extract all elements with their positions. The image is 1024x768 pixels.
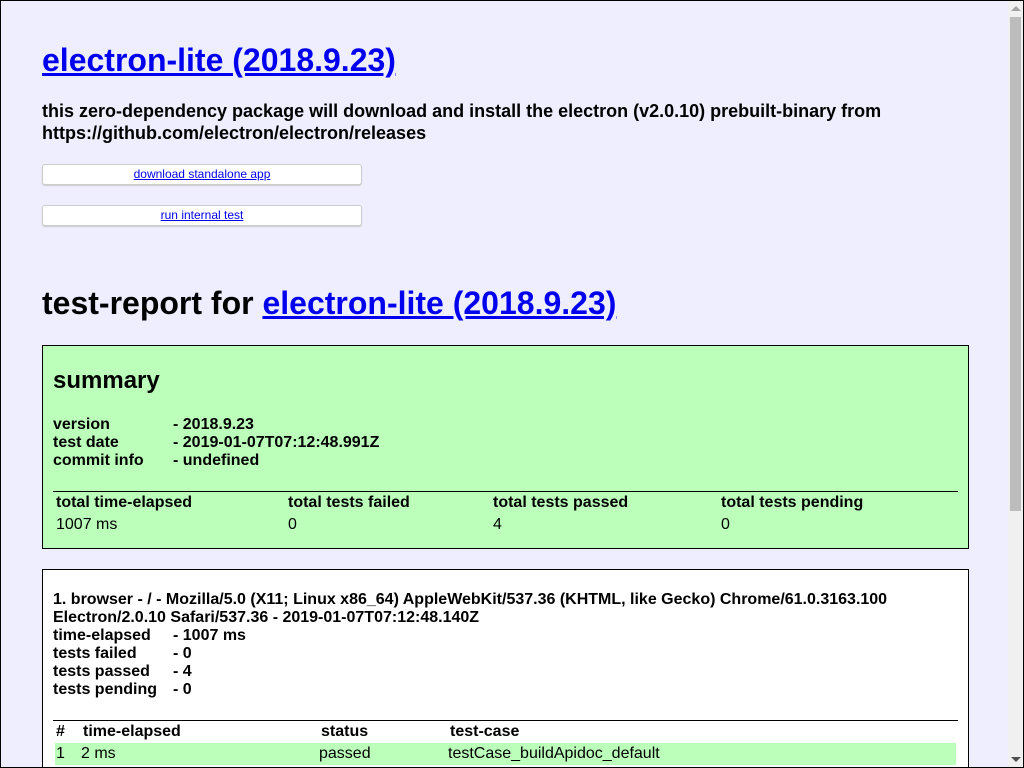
scroll-up-arrow-icon[interactable]: [1011, 6, 1021, 11]
browser-report-title: 1. browser - / - Mozilla/5.0 (X11; Linux…: [53, 591, 888, 626]
column-header: total tests pending: [721, 494, 864, 511]
field-value: - undefined: [173, 452, 260, 469]
summary-fields: version - 2018.9.23 test date - 2019-01-07…: [53, 416, 379, 470]
test-case-name: testCase_buildApidoc_default: [448, 745, 660, 762]
run-internal-test-link[interactable]: run internal test: [161, 208, 244, 222]
table-cell: 0: [721, 516, 730, 533]
browser-field-time-elapsed: time-elapsed - 1007 ms: [53, 627, 246, 645]
page-viewport: electron-lite (2018.9.23) this zero-depe…: [0, 0, 1024, 768]
browser-field-tests-passed: tests passed - 4: [53, 663, 246, 681]
summary-field-version: version - 2018.9.23: [53, 416, 379, 434]
table-cell: 1007 ms: [56, 516, 118, 533]
browser-field-tests-pending: tests pending - 0: [53, 681, 246, 699]
package-description: this zero-dependency package will downlo…: [42, 101, 882, 143]
browser-fields: time-elapsed - 1007 ms tests failed - 0 te…: [53, 627, 246, 699]
field-key: tests pending: [53, 681, 158, 698]
browser-field-tests-failed: tests failed - 0: [53, 645, 246, 663]
field-key: commit info: [53, 452, 144, 469]
field-value: - 1007 ms: [173, 627, 246, 644]
field-value: - 2018.9.23: [173, 416, 254, 433]
summary-panel: summary version - 2018.9.23 test date - 20…: [42, 345, 969, 549]
field-value: - 2019-01-07T07:12:48.991Z: [173, 434, 380, 451]
table-cell: 0: [288, 516, 297, 533]
test-report-prefix: test-report for: [42, 285, 263, 321]
summary-field-test-date: test date - 2019-01-07T07:12:48.991Z: [53, 434, 379, 452]
test-status: passed: [319, 745, 371, 762]
scroll-down-arrow-icon[interactable]: [1011, 757, 1021, 762]
browser-report-panel: 1. browser - / - Mozilla/5.0 (X11; Linux…: [42, 569, 969, 767]
table-cell: 4: [493, 516, 502, 533]
field-key: test date: [53, 434, 119, 451]
title-link[interactable]: electron-lite (2018.9.23): [42, 42, 396, 78]
field-key: time-elapsed: [53, 627, 151, 644]
test-cases-table: # time-elapsed status test-case 1 2 ms p…: [53, 720, 958, 765]
summary-title: summary: [53, 367, 160, 394]
test-report-heading: test-report for electron-lite (2018.9.23…: [42, 285, 616, 322]
column-header: test-case: [450, 723, 520, 740]
field-value: - 0: [173, 681, 192, 698]
column-header: total tests passed: [493, 494, 629, 511]
table-header: total time-elapsed total tests failed to…: [53, 492, 958, 514]
test-number: 1: [56, 745, 65, 762]
field-value: - 4: [173, 663, 192, 680]
field-key: tests passed: [53, 663, 150, 680]
field-key: tests failed: [53, 645, 137, 662]
vertical-scrollbar[interactable]: [1008, 1, 1023, 767]
test-report-link[interactable]: electron-lite (2018.9.23): [262, 285, 616, 321]
summary-field-commit-info: commit info - undefined: [53, 452, 379, 470]
column-header: time-elapsed: [83, 723, 181, 740]
column-header: total tests failed: [288, 494, 410, 511]
test-time-elapsed: 2 ms: [81, 745, 116, 762]
page-title: electron-lite (2018.9.23): [42, 42, 396, 79]
column-header: status: [321, 723, 369, 740]
summary-totals-table: total time-elapsed total tests failed to…: [53, 491, 958, 536]
column-header: #: [56, 723, 65, 740]
field-value: - 0: [173, 645, 192, 662]
run-internal-test-button[interactable]: run internal test: [42, 205, 362, 226]
field-key: version: [53, 416, 110, 433]
download-standalone-app-button[interactable]: download standalone app: [42, 164, 362, 185]
scrollbar-thumb[interactable]: [1010, 17, 1021, 511]
table-row: 1 2 ms passed testCase_buildApidoc_defau…: [55, 743, 956, 765]
column-header: total time-elapsed: [56, 494, 193, 511]
table-header: # time-elapsed status test-case: [53, 721, 958, 743]
table-row: 1007 ms 0 4 0: [53, 514, 958, 536]
download-standalone-app-link[interactable]: download standalone app: [134, 167, 271, 181]
